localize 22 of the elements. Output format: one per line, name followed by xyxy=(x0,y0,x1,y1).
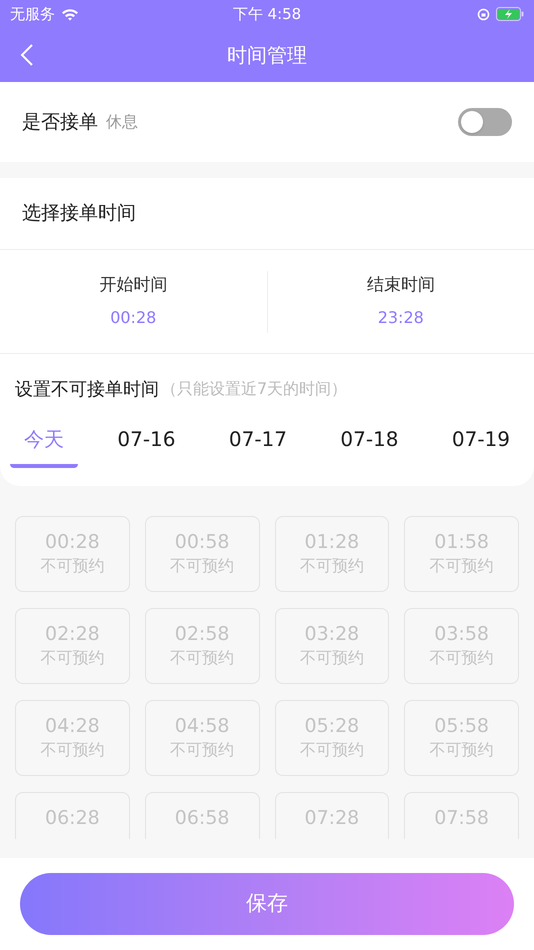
start-time-value[interactable]: 00:28 xyxy=(110,306,156,330)
section-title: 设置不可接单时间 xyxy=(15,378,159,402)
start-time-label: 开始时间 xyxy=(99,274,168,297)
end-time-label: 结束时间 xyxy=(366,274,435,297)
clock-text: 下午 4:58 xyxy=(232,4,302,25)
date-tab[interactable]: 今天 xyxy=(10,424,78,468)
date-tab[interactable]: 07-17 xyxy=(214,424,301,468)
date-tab[interactable]: 07-19 xyxy=(438,424,524,468)
section-title: 选择接单时间 xyxy=(22,201,136,226)
accept-status-text: 休息 xyxy=(106,111,138,133)
page-title: 时间管理 xyxy=(227,42,307,69)
end-time-value[interactable]: 23:28 xyxy=(378,306,424,330)
rotation-lock-icon xyxy=(477,8,490,20)
toggle-switch[interactable] xyxy=(458,108,512,136)
save-button[interactable]: 保存 xyxy=(20,873,514,935)
date-tab[interactable]: 07-16 xyxy=(103,424,190,468)
carrier-text: 无服务 xyxy=(10,4,55,25)
battery-icon xyxy=(496,7,524,21)
wifi-icon xyxy=(61,8,79,20)
hint-text: （只能设置近7天的时间） xyxy=(161,378,348,400)
date-tab[interactable]: 07-18 xyxy=(326,424,412,468)
accept-orders-label: 是否接单 xyxy=(22,110,98,135)
